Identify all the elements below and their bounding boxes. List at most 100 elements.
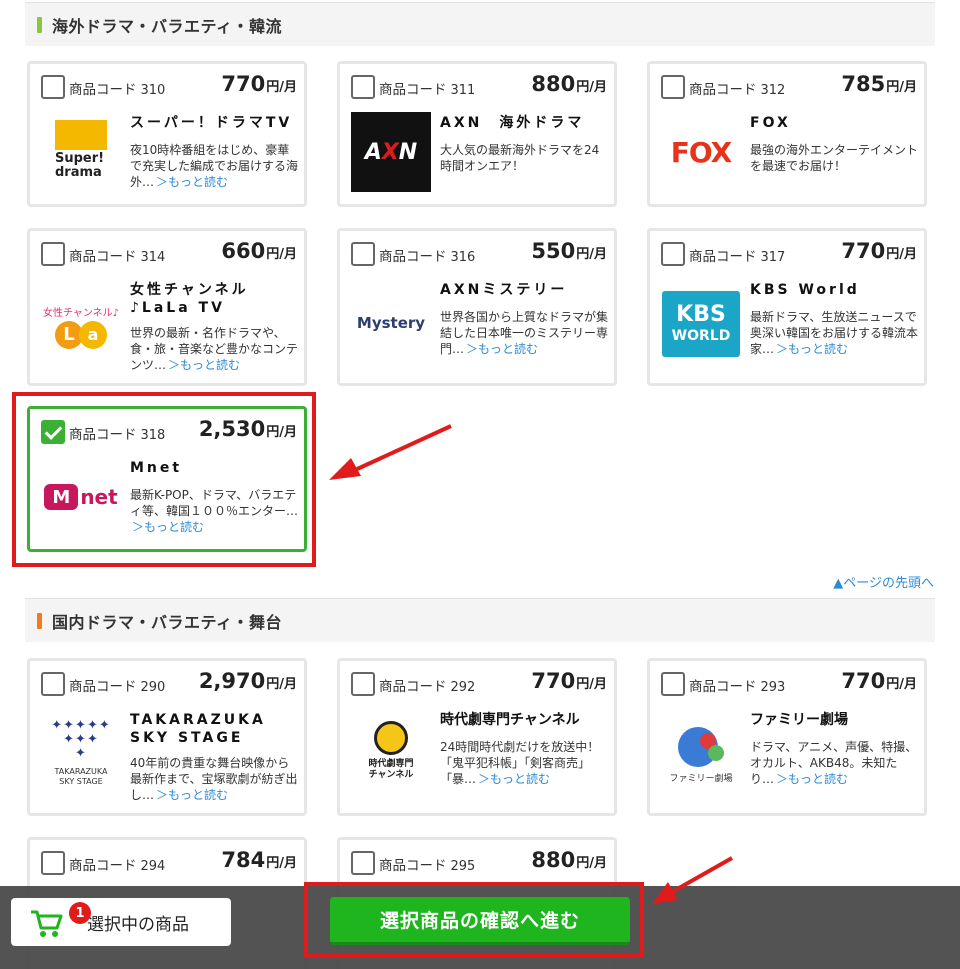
code-label: 商品コード	[379, 858, 447, 874]
section-title: 海外ドラマ・バラエティ・韓流	[52, 16, 283, 36]
product-checkbox[interactable]	[351, 242, 375, 266]
selected-items-button[interactable]: 1 選択中の商品	[11, 898, 231, 946]
channel-logo: 女性チャンネル♪ L a	[41, 286, 121, 366]
product-code: 318	[140, 428, 166, 443]
product-checkbox[interactable]	[351, 75, 375, 99]
kbs-logo-bottom: WORLD	[671, 328, 731, 344]
code-label: 商品コード	[689, 679, 757, 695]
code-label: 商品コード	[379, 679, 447, 695]
product-checkbox[interactable]	[41, 672, 65, 696]
read-more-link[interactable]: ＞もっと読む	[156, 175, 228, 189]
price-unit: 円/月	[266, 80, 297, 95]
kbs-logo-top: KBS	[676, 302, 726, 327]
channel-logo: Super! drama	[41, 112, 121, 192]
channel-desc: 大人気の最新海外ドラマを24時間オンエア！	[440, 143, 600, 173]
channel-name: スーパー！ドラマTV	[130, 115, 293, 131]
channel-logo: KBS WORLD	[661, 289, 741, 359]
read-more-link[interactable]: ＞もっと読む	[776, 342, 848, 356]
price-unit: 円/月	[266, 247, 297, 262]
read-more-link[interactable]: ＞もっと読む	[132, 520, 204, 534]
channel-name: KBS World	[750, 282, 860, 298]
logo-line1: 時代劇専門	[368, 759, 414, 769]
product-code: 317	[760, 250, 786, 265]
product-checkbox[interactable]	[351, 851, 375, 875]
price-unit: 円/月	[886, 247, 917, 262]
product-checkbox[interactable]	[661, 672, 685, 696]
product-code: 312	[760, 83, 786, 98]
channel-name: FOX	[750, 115, 791, 131]
product-card-293[interactable]: 商品コード 293 770円/月 ファミリー劇場 ファミリー劇場 ドラマ、アニメ、…	[647, 658, 927, 816]
product-card-310[interactable]: 商品コード 310 770円/月 Super! drama スーパー！ドラマTV 夜…	[27, 61, 307, 207]
product-checkbox[interactable]	[351, 672, 375, 696]
price: 2,970	[198, 669, 266, 693]
section-title: 国内ドラマ・バラエティ・舞台	[52, 612, 283, 632]
read-more-link[interactable]: ＞もっと読む	[168, 358, 240, 372]
product-checkbox[interactable]	[41, 851, 65, 875]
channel-logo: FOX	[670, 135, 733, 169]
cart-count-badge: 1	[69, 902, 91, 924]
price: 770	[531, 669, 576, 693]
price-unit: 円/月	[576, 80, 607, 95]
channel-logo: ファミリー劇場	[661, 711, 741, 791]
price-unit: 円/月	[576, 247, 607, 262]
code-label: 商品コード	[69, 679, 137, 695]
price: 660	[221, 239, 266, 263]
cart-icon	[31, 910, 63, 937]
product-code: 316	[450, 250, 476, 265]
price-unit: 円/月	[266, 425, 297, 440]
product-card-311[interactable]: 商品コード 311 880円/月 AXN AXN 海外ドラマ 大人気の最新海外ドラ…	[337, 61, 617, 207]
read-more-link[interactable]: ＞もっと読む	[478, 772, 550, 786]
logo-line1: TAKARAZUKA	[54, 767, 108, 776]
product-checkbox-checked[interactable]	[41, 420, 65, 444]
product-checkbox[interactable]	[661, 242, 685, 266]
code-label: 商品コード	[69, 858, 137, 874]
channel-desc: 最新K-POP、ドラマ、バラエティ等、韓国１００％エンター…	[130, 488, 299, 518]
read-more-link[interactable]: ＞もっと読む	[156, 788, 228, 802]
channel-logo: Mystery	[356, 314, 426, 332]
channel-name: Mnet	[130, 460, 183, 476]
channel-name: ファミリー劇場	[750, 712, 848, 728]
section-bar	[37, 612, 42, 629]
section-bar	[37, 16, 42, 33]
product-card-292[interactable]: 商品コード 292 770円/月 時代劇専門 チャンネル 時代劇専門チャンネル 24…	[337, 658, 617, 816]
product-code: 295	[450, 859, 476, 874]
product-card-290[interactable]: 商品コード 290 2,970円/月 ✦✦✦✦✦ ✦✦✦ ✦ TAKARAZUKA SK…	[27, 658, 307, 816]
channel-name: 女性チャンネル♪LaLa TV	[130, 282, 249, 316]
page-top-link[interactable]: ▲ページの先頭へ	[833, 572, 934, 591]
channel-desc: 最強の海外エンターテイメントを最速でお届け！	[750, 143, 919, 173]
product-card-317[interactable]: 商品コード 317 770円/月 KBS WORLD KBS World 最新ドラ…	[647, 228, 927, 386]
annotation-arrow-icon	[329, 424, 452, 480]
read-more-link[interactable]: ＞もっと読む	[466, 342, 538, 356]
product-card-318[interactable]: 商品コード 318 2,530円/月 M net Mnet 最新K-POP、ドラマ…	[27, 406, 307, 552]
price-unit: 円/月	[266, 677, 297, 692]
product-code: 314	[140, 250, 166, 265]
selected-items-label: 選択中の商品	[87, 914, 189, 935]
product-code: 292	[450, 680, 476, 695]
channel-logo: 時代劇専門 チャンネル	[351, 711, 431, 791]
product-checkbox[interactable]	[41, 75, 65, 99]
product-checkbox[interactable]	[661, 75, 685, 99]
channel-name: TAKARAZUKA SKY STAGE	[130, 712, 266, 746]
channel-name: AXN 海外ドラマ	[440, 115, 585, 131]
channel-name: 時代劇専門チャンネル	[440, 712, 580, 728]
product-card-316[interactable]: 商品コード 316 550円/月 Mystery AXNミステリー 世界各国から上…	[337, 228, 617, 386]
product-card-314[interactable]: 商品コード 314 660円/月 女性チャンネル♪ L a 女性チャンネル♪LaL…	[27, 228, 307, 386]
product-card-312[interactable]: 商品コード 312 785円/月 FOX FOX 最強の海外エンターテイメントを最…	[647, 61, 927, 207]
price: 770	[221, 72, 266, 96]
proceed-to-confirm-button[interactable]: 選択商品の確認へ進む	[330, 897, 630, 945]
code-label: 商品コード	[69, 249, 137, 265]
read-more-link[interactable]: ＞もっと読む	[776, 772, 848, 786]
channel-logo: AXN	[351, 112, 431, 192]
channel-name: AXNミステリー	[440, 282, 568, 298]
price-unit: 円/月	[576, 677, 607, 692]
code-label: 商品コード	[379, 82, 447, 98]
product-checkbox[interactable]	[41, 242, 65, 266]
code-label: 商品コード	[69, 427, 137, 443]
code-label: 商品コード	[689, 249, 757, 265]
code-label: 商品コード	[69, 82, 137, 98]
code-label: 商品コード	[379, 249, 447, 265]
price: 770	[841, 239, 886, 263]
price-unit: 円/月	[886, 677, 917, 692]
product-code: 310	[140, 83, 166, 98]
price: 2,530	[198, 417, 266, 441]
